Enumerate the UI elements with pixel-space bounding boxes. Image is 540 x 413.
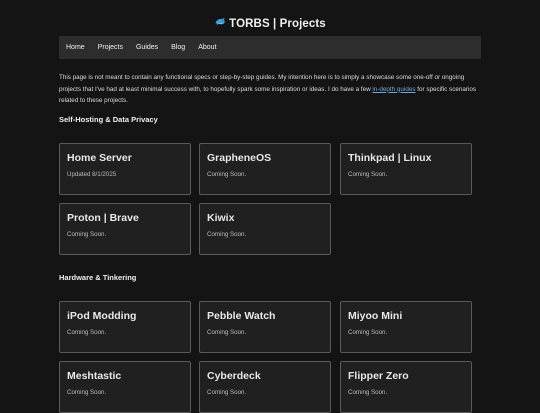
- card-title: GrapheneOS: [207, 152, 272, 164]
- site-header: TORBS | Projects: [0, 16, 540, 30]
- card-title: Cyberdeck: [207, 370, 261, 382]
- card-subtitle: Coming Soon.: [207, 231, 247, 238]
- project-card-pebble-watch[interactable]: Pebble Watch Coming Soon.: [199, 301, 331, 353]
- card-subtitle: Coming Soon.: [207, 389, 247, 396]
- nav-projects-link[interactable]: Projects: [98, 44, 123, 51]
- nav-guides-link[interactable]: Guides: [136, 44, 158, 51]
- main-nav: Home Projects Guides Blog About: [59, 36, 481, 59]
- project-card-ipod-modding[interactable]: iPod Modding Coming Soon.: [59, 301, 191, 353]
- project-card-home-server[interactable]: Home Server Updated 8/1/2025: [59, 143, 191, 195]
- in-depth-guides-link[interactable]: in-depth guides: [372, 86, 415, 93]
- card-title: Proton | Brave: [67, 212, 139, 224]
- section-title-self-hosting: Self-Hosting & Data Privacy: [59, 115, 158, 124]
- project-card-cyberdeck[interactable]: Cyberdeck Coming Soon.: [199, 361, 331, 413]
- card-title: Kiwix: [207, 212, 235, 224]
- site-title: TORBS | Projects: [229, 18, 326, 30]
- project-card-meshtastic[interactable]: Meshtastic Coming Soon.: [59, 361, 191, 413]
- card-subtitle: Coming Soon.: [348, 389, 388, 396]
- nav-about-link[interactable]: About: [198, 44, 216, 51]
- card-subtitle: Coming Soon.: [67, 329, 107, 336]
- card-subtitle: Coming Soon.: [67, 389, 107, 396]
- project-card-grapheneos[interactable]: GrapheneOS Coming Soon.: [199, 143, 331, 195]
- intro-paragraph: This page is not meant to contain any fu…: [59, 72, 482, 107]
- dolphin-icon: [215, 18, 226, 26]
- nav-blog-link[interactable]: Blog: [171, 44, 185, 51]
- card-subtitle: Coming Soon.: [207, 329, 247, 336]
- project-card-miyoo-mini[interactable]: Miyoo Mini Coming Soon.: [340, 301, 472, 353]
- card-title: Miyoo Mini: [348, 310, 403, 322]
- section-title-hardware: Hardware & Tinkering: [59, 273, 137, 282]
- card-title: Home Server: [67, 152, 132, 164]
- project-card-proton-brave[interactable]: Proton | Brave Coming Soon.: [59, 203, 191, 255]
- card-subtitle: Coming Soon.: [207, 171, 247, 178]
- card-subtitle: Coming Soon.: [348, 171, 388, 178]
- card-title: Flipper Zero: [348, 370, 409, 382]
- card-title: iPod Modding: [67, 310, 137, 322]
- card-title: Pebble Watch: [207, 310, 276, 322]
- card-subtitle: Updated 8/1/2025: [67, 171, 117, 178]
- project-card-thinkpad-linux[interactable]: Thinkpad | Linux Coming Soon.: [340, 143, 472, 195]
- project-card-flipper-zero[interactable]: Flipper Zero Coming Soon.: [340, 361, 472, 413]
- card-subtitle: Coming Soon.: [67, 231, 107, 238]
- card-title: Thinkpad | Linux: [348, 152, 432, 164]
- nav-home-link[interactable]: Home: [66, 44, 85, 51]
- card-subtitle: Coming Soon.: [348, 329, 388, 336]
- project-card-kiwix[interactable]: Kiwix Coming Soon.: [199, 203, 331, 255]
- card-title: Meshtastic: [67, 370, 122, 382]
